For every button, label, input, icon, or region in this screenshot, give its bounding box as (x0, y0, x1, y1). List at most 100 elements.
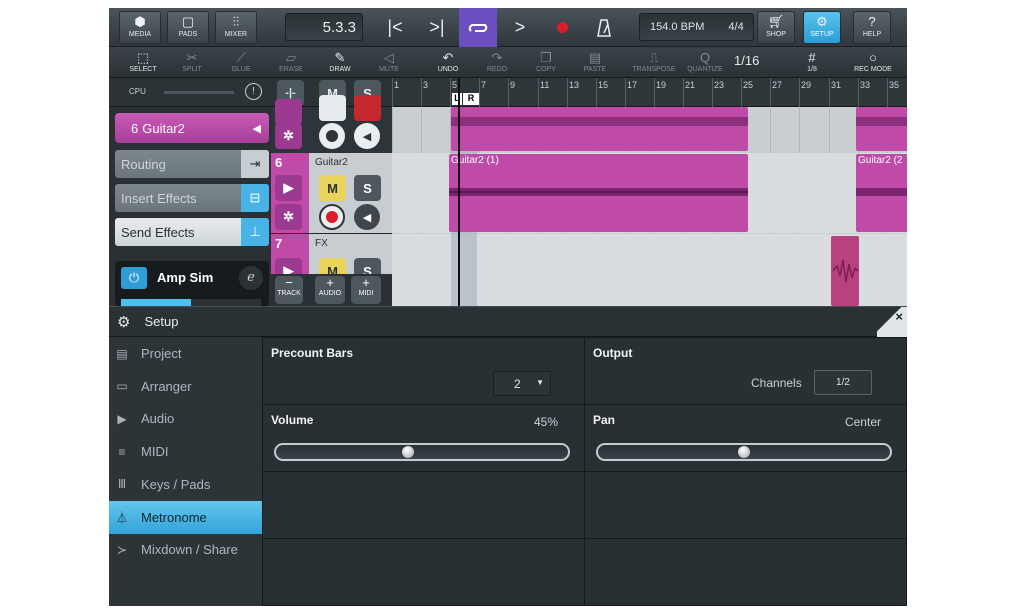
glue-tool[interactable]: ⟋ GLUE (219, 49, 263, 77)
copy-button[interactable]: ❐ COPY (524, 49, 568, 77)
media-button[interactable]: ⬢ MEDIA (119, 11, 161, 44)
playhead[interactable] (458, 78, 460, 306)
track-row-6[interactable]: 6 Guitar2 ▶ M S ✲ ◀ (271, 153, 392, 233)
pan-knob[interactable] (738, 446, 750, 458)
plugin-name: Amp Sim (157, 270, 214, 285)
setup-nav-mixdown-share[interactable]: ≻ Mixdown / Share (109, 533, 262, 566)
select-tool[interactable]: ⬚ SELECT (121, 49, 165, 77)
cpu-label: CPU (129, 87, 146, 96)
left-locator[interactable]: L (452, 93, 462, 105)
monitor-button[interactable]: ◀ (354, 204, 380, 230)
close-button[interactable]: × (895, 309, 903, 324)
pads-button[interactable]: ▢ PADS (167, 11, 209, 44)
routing-row[interactable]: Routing ⇥ (115, 150, 269, 178)
setup-nav: ▤ Project ▭ Arranger ▶ Audio ≡ MIDI Ⅲ Keys / Pads… (109, 337, 262, 606)
mute-tool[interactable]: ◁ MUTE (367, 49, 411, 77)
transpose-button[interactable]: ⎍ TRANSPOSE (629, 49, 679, 77)
quantize-button[interactable]: Q QUANTIZE (681, 49, 729, 77)
volume-knob[interactable] (402, 446, 414, 458)
setup-nav-project[interactable]: ▤ Project (109, 337, 262, 370)
setup-nav-label: MIDI (141, 444, 169, 460)
ruler-number: 25 (743, 80, 754, 90)
precount-select[interactable]: 2 ▼ (493, 371, 551, 396)
solo-button[interactable]: S (354, 175, 381, 201)
audio-clip[interactable]: Guitar2 (1) (449, 154, 748, 232)
gear-icon: ⚙ (117, 313, 131, 331)
mute-button[interactable]: M (319, 175, 346, 201)
rewind-button[interactable]: |< (376, 8, 414, 47)
audio-clip[interactable]: Guitar2 (2 (856, 154, 907, 232)
inspector-track-name: Guitar2 (142, 120, 185, 136)
ruler-tick (538, 78, 539, 107)
add-audio-button[interactable]: + AUDIO (315, 276, 345, 304)
info-icon[interactable]: ! (245, 83, 262, 100)
send-icon: ⊥ (241, 218, 269, 246)
setup-nav-midi[interactable]: ≡ MIDI (109, 435, 262, 468)
record-arm-button[interactable] (319, 123, 345, 149)
ruler-number: 9 (510, 80, 516, 90)
play-button[interactable]: > (501, 8, 539, 47)
track-edit-button[interactable]: ✲ (275, 123, 302, 149)
add-midi-button[interactable]: + MIDI (351, 276, 381, 304)
channels-label: Channels (751, 376, 802, 390)
help-button[interactable]: ? HELP (853, 11, 891, 44)
metronome-button[interactable] (585, 8, 623, 47)
setup-nav-keys-pads[interactable]: Ⅲ Keys / Pads (109, 468, 262, 501)
volume-slider[interactable] (274, 443, 570, 461)
erase-tool[interactable]: ▱ ERASE (269, 49, 313, 77)
ruler-tick (392, 78, 393, 107)
ruler-number: 7 (481, 80, 487, 90)
rec-mode-button[interactable]: ○ REC MODE (849, 49, 897, 77)
ruler-tick (799, 78, 800, 107)
rec-mode-icon: ○ (869, 50, 877, 65)
empty-cell (262, 538, 585, 606)
clip-partial-top[interactable] (451, 107, 748, 151)
split-tool[interactable]: ✂ SPLIT (170, 49, 214, 77)
ruler-number: 5 (452, 80, 458, 90)
channels-select[interactable]: 1/2 (814, 370, 872, 395)
shop-button[interactable]: 🛒︎ SHOP (757, 11, 795, 44)
setup-header: ⚙ Setup × (109, 306, 907, 337)
power-icon[interactable]: ⏻ (121, 267, 147, 289)
fx-clip[interactable] (831, 236, 859, 306)
plugin-slot[interactable]: ⏻ Amp Sim e (115, 261, 269, 307)
position-display[interactable]: 5.3.3 (285, 13, 363, 41)
track-edit-button[interactable]: ✲ (275, 204, 302, 230)
paste-button[interactable]: ▤ PASTE (573, 49, 617, 77)
track-play-button[interactable]: ▶ (275, 175, 302, 201)
send-effects-row[interactable]: Send Effects ⊥ (115, 218, 269, 246)
pan-slider[interactable] (596, 443, 892, 461)
remove-track-button[interactable]: − TRACK (275, 276, 303, 304)
tempo-display[interactable]: 154.0 BPM 4/4 (639, 13, 754, 41)
grid-icon: # (808, 50, 816, 65)
mixer-button[interactable]: ⫶⫶ MIXER (215, 11, 257, 44)
clip-partial-top-2[interactable] (856, 107, 907, 151)
play-icon: ▶ (283, 180, 294, 195)
loop-button[interactable] (459, 8, 497, 47)
ruler-tick (508, 78, 509, 107)
right-locator[interactable]: R (463, 93, 479, 105)
setup-nav-arranger[interactable]: ▭ Arranger (109, 370, 262, 403)
grid-button[interactable]: #1/8 (790, 49, 834, 77)
inspector-track-header[interactable]: 6 Guitar2 ◀ (115, 113, 269, 143)
ruler-number: 15 (598, 80, 609, 90)
setup-nav-audio[interactable]: ▶ Audio (109, 402, 262, 435)
record-button[interactable] (543, 8, 581, 47)
redo-button[interactable]: ↷ REDO (475, 49, 519, 77)
arrange-view[interactable]: Guitar2 (1) Guitar2 (2 (392, 107, 907, 306)
waveform (832, 259, 859, 283)
setup-button[interactable]: ⚙ SETUP (803, 11, 841, 44)
draw-tool[interactable]: ✎ DRAW (318, 49, 362, 77)
ruler-number: 13 (569, 80, 580, 90)
monitor-button[interactable]: ◀ (354, 123, 380, 149)
setup-nav-metronome[interactable]: ⏃ Metronome (109, 500, 262, 534)
quantize-value[interactable]: 1/16 (734, 53, 759, 68)
plugin-edit-button[interactable]: e (239, 266, 263, 290)
forward-button[interactable]: >| (418, 8, 456, 47)
speaker-icon: ◀ (362, 211, 372, 224)
insert-effects-row[interactable]: Insert Effects ⊟ (115, 184, 269, 212)
waveform (856, 117, 907, 126)
undo-button[interactable]: ↶ UNDO (426, 49, 470, 77)
timeline-ruler[interactable]: L R 1 3 5 7 9 11 13 15 17 19 21 23 25 27 29 31 33 35 (392, 78, 907, 107)
record-arm-button[interactable] (319, 204, 345, 230)
